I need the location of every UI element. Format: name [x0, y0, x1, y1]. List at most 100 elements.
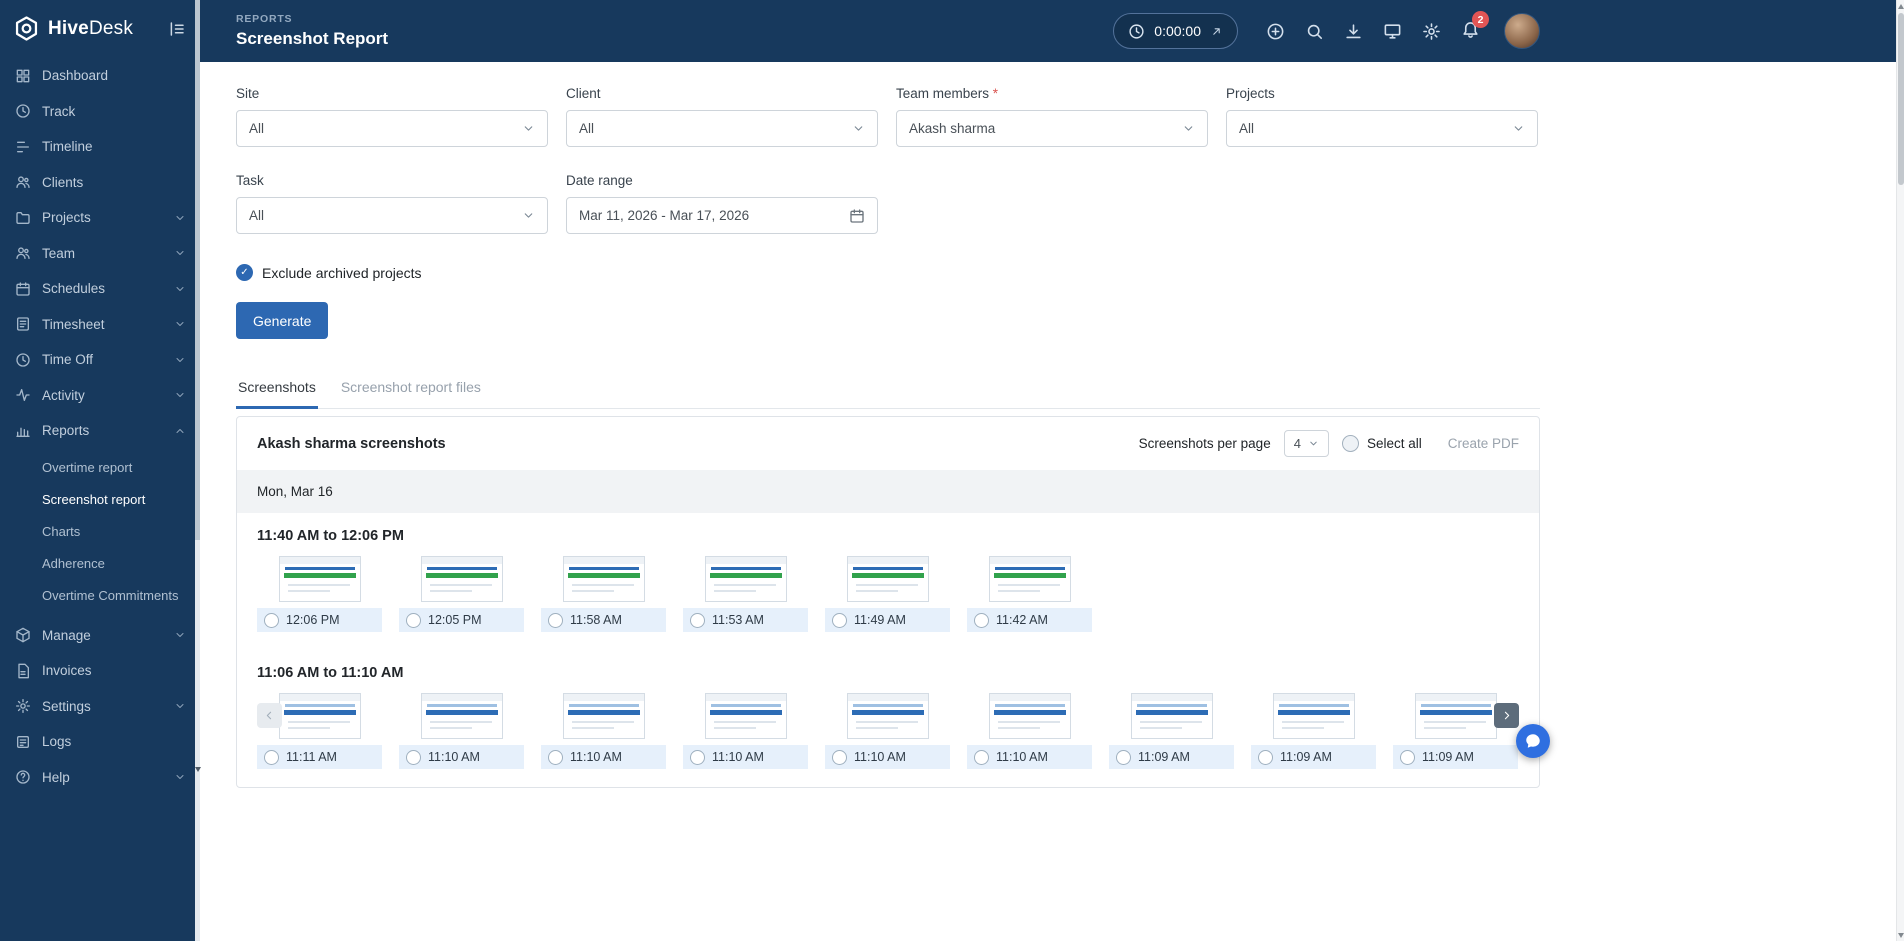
sidebar-item-schedules[interactable]: Schedules [0, 271, 200, 307]
task-select[interactable]: All [236, 197, 548, 234]
sidebar-subitem-adherence[interactable]: Adherence [0, 548, 200, 580]
screenshot-time: 11:58 AM [570, 613, 622, 627]
site-select[interactable]: All [236, 110, 548, 147]
sidebar-subitem-screenshot-report[interactable]: Screenshot report [0, 484, 200, 516]
filters-row-2: Task All Date range Mar 11, 2026 - Mar 1… [236, 173, 1540, 234]
team-members-filter: Team members * Akash sharma [896, 86, 1208, 147]
screenshot-thumbnail[interactable] [847, 556, 929, 602]
carousel-next-button[interactable] [1494, 703, 1519, 728]
chevron-up-icon [174, 425, 186, 437]
exclude-archived-checkbox[interactable]: ✓ Exclude archived projects [236, 264, 1540, 281]
sidebar-item-help[interactable]: Help [0, 760, 200, 796]
sidebar-item-timeline[interactable]: Timeline [0, 129, 200, 165]
screenshot-checkbox[interactable] [548, 750, 563, 765]
screenshot-checkbox[interactable] [1400, 750, 1415, 765]
screenshot-checkbox[interactable] [548, 613, 563, 628]
sidebar-item-manage[interactable]: Manage [0, 618, 200, 654]
generate-button[interactable]: Generate [236, 302, 328, 339]
screenshot-checkbox[interactable] [264, 750, 279, 765]
scroll-down-arrow[interactable] [1897, 929, 1904, 941]
screenshot-thumbnail[interactable] [705, 693, 787, 739]
screenshot-checkbox[interactable] [690, 750, 705, 765]
notification-badge: 2 [1472, 11, 1489, 28]
client-select[interactable]: All [566, 110, 878, 147]
chevron-down-icon [174, 389, 186, 401]
screenshot-thumbnail[interactable] [989, 693, 1071, 739]
download-icon[interactable] [1344, 22, 1363, 41]
invoice-icon [15, 663, 31, 679]
page-scrollbar[interactable] [1896, 0, 1904, 941]
screenshot-checkbox[interactable] [974, 750, 989, 765]
screenshot-checkbox[interactable] [690, 613, 705, 628]
date-range-input[interactable]: Mar 11, 2026 - Mar 17, 2026 [566, 197, 878, 234]
screenshot-thumbnail[interactable] [563, 693, 645, 739]
sidebar-item-timesheet[interactable]: Timesheet [0, 307, 200, 343]
screenshot-checkbox[interactable] [832, 613, 847, 628]
screenshot-checkbox[interactable] [406, 613, 421, 628]
screenshot-thumbnail[interactable] [421, 556, 503, 602]
timer-button[interactable]: 0:00:00 [1113, 13, 1238, 49]
client-filter: Client All [566, 86, 878, 147]
scroll-up-arrow[interactable] [1897, 0, 1904, 12]
screenshot-cell: 11:09 AM [1251, 693, 1376, 769]
screenshot-thumbnail[interactable] [1273, 693, 1355, 739]
chat-launcher-button[interactable] [1516, 724, 1550, 758]
screenshot-checkbox[interactable] [1116, 750, 1131, 765]
screenshot-group: 11:40 AM to 12:06 PM 12:06 PM [237, 513, 1539, 650]
screenshot-thumbnail[interactable] [1131, 693, 1213, 739]
carousel-prev-button[interactable] [257, 703, 282, 728]
sidebar-item-clients[interactable]: Clients [0, 165, 200, 201]
sheet-icon [15, 316, 31, 332]
tab-screenshots[interactable]: Screenshots [236, 369, 318, 409]
sidebar-subitem-overtime-report[interactable]: Overtime report [0, 452, 200, 484]
screenshot-cell: 11:10 AM [399, 693, 524, 769]
external-arrow-icon [1210, 25, 1223, 38]
create-pdf-button[interactable]: Create PDF [1448, 436, 1519, 451]
sidebar-item-time-off[interactable]: Time Off [0, 342, 200, 378]
sidebar-item-team[interactable]: Team [0, 236, 200, 272]
sidebar-item-invoices[interactable]: Invoices [0, 653, 200, 689]
screenshot-thumbnail[interactable] [847, 693, 929, 739]
screenshot-checkbox[interactable] [974, 613, 989, 628]
sidebar-toggle-icon[interactable] [168, 20, 186, 38]
chevron-down-icon [1182, 122, 1195, 135]
display-icon[interactable] [1383, 22, 1402, 41]
sidebar-subitem-charts[interactable]: Charts [0, 516, 200, 548]
sidebar-item-activity[interactable]: Activity [0, 378, 200, 414]
screenshot-thumbnail[interactable] [989, 556, 1071, 602]
screenshot-thumbnail[interactable] [421, 693, 503, 739]
screenshot-checkbox[interactable] [264, 613, 279, 628]
screenshot-time: 11:42 AM [996, 613, 1048, 627]
sidebar-item-settings[interactable]: Settings [0, 689, 200, 725]
sidebar-item-logs[interactable]: Logs [0, 724, 200, 760]
report-card: Akash sharma screenshots Screenshots per… [236, 416, 1540, 788]
screenshot-checkbox[interactable] [406, 750, 421, 765]
page-scrollbar-thumb[interactable] [1898, 13, 1904, 185]
screenshot-thumbnail[interactable] [279, 693, 361, 739]
gear-icon[interactable] [1422, 22, 1441, 41]
screenshot-checkbox[interactable] [1258, 750, 1273, 765]
screenshot-thumbnail[interactable] [279, 556, 361, 602]
projects-select[interactable]: All [1226, 110, 1538, 147]
sidebar-item-track[interactable]: Track [0, 94, 200, 130]
sidebar-subitem-overtime-commitments[interactable]: Overtime Commitments [0, 580, 200, 612]
select-all-checkbox[interactable] [1342, 435, 1359, 452]
screenshot-checkbox[interactable] [832, 750, 847, 765]
screenshot-thumbnail[interactable] [563, 556, 645, 602]
team-members-select[interactable]: Akash sharma [896, 110, 1208, 147]
sidebar-item-dashboard[interactable]: Dashboard [0, 58, 200, 94]
sidebar-item-reports[interactable]: Reports [0, 413, 200, 449]
screenshot-time: 11:09 AM [1422, 750, 1474, 764]
screenshot-thumbnail[interactable] [705, 556, 787, 602]
sidebar: HiveDesk Dashboard Track Timeline Client… [0, 0, 200, 941]
add-circle-icon[interactable] [1266, 22, 1285, 41]
sidebar-nav: Dashboard Track Timeline Clients Project… [0, 57, 200, 795]
per-page-select[interactable]: 4 [1284, 430, 1329, 457]
sidebar-item-projects[interactable]: Projects [0, 200, 200, 236]
avatar[interactable] [1504, 13, 1540, 49]
tab-screenshot-report-files[interactable]: Screenshot report files [339, 369, 483, 409]
search-icon[interactable] [1305, 22, 1324, 41]
notifications-button[interactable]: 2 [1461, 19, 1480, 43]
screenshot-thumbnail[interactable] [1415, 693, 1497, 739]
chevron-down-icon [522, 209, 535, 222]
